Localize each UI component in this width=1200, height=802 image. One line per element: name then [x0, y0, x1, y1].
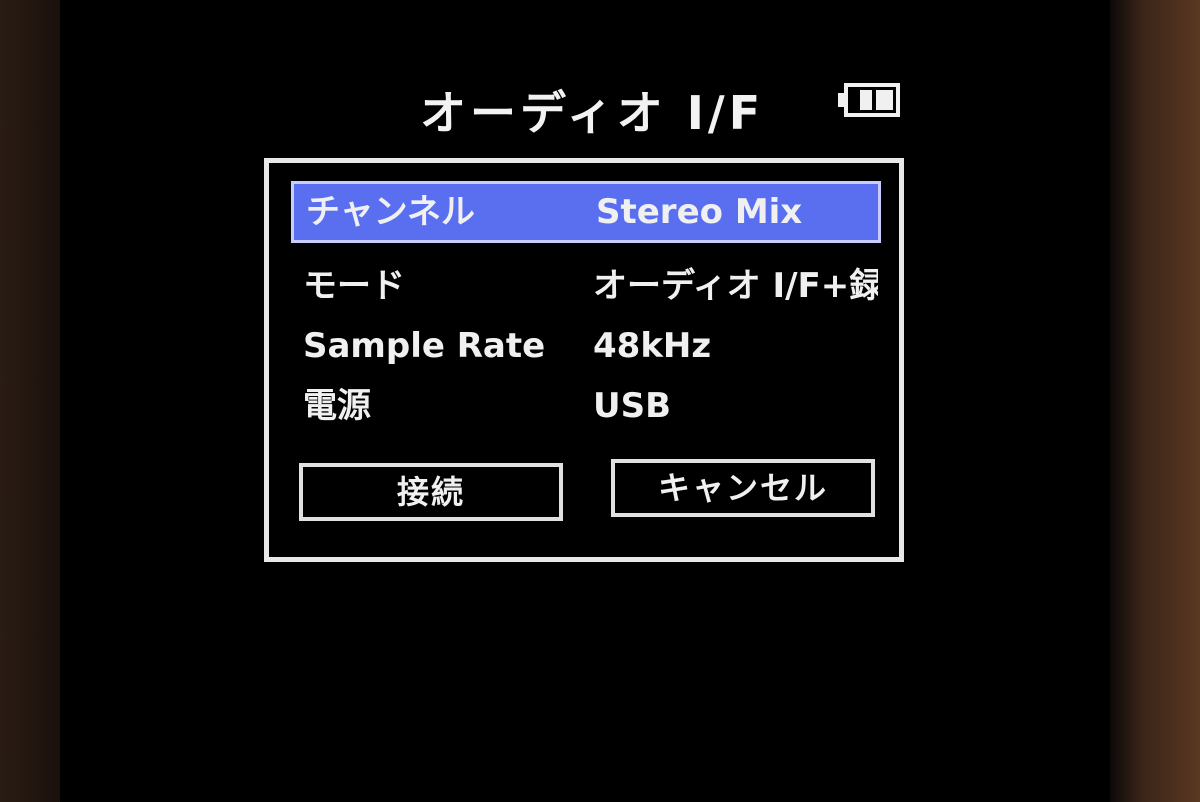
setting-label: チャンネル [306, 192, 475, 232]
device-housing-left [0, 0, 60, 802]
device-housing-right [1110, 0, 1200, 802]
cancel-button[interactable]: キャンセル [611, 459, 875, 517]
setting-row-sample-rate[interactable]: Sample Rate 48kHz [291, 315, 881, 377]
setting-row-mode[interactable]: モード オーディオ I/F+録音 [291, 255, 881, 317]
setting-label: Sample Rate [303, 326, 546, 366]
connect-button[interactable]: 接続 [299, 463, 563, 521]
setting-value: オーディオ I/F+録音 [593, 266, 878, 306]
setting-value: Stereo Mix [596, 192, 803, 232]
setting-row-power[interactable]: 電源 USB [291, 375, 881, 437]
battery-icon [838, 83, 900, 117]
screen-title: オーディオ I/F [420, 86, 765, 140]
setting-value: USB [593, 386, 672, 426]
setting-label: モード [303, 266, 405, 306]
audio-if-dialog: チャンネル Stereo Mix モード オーディオ I/F+録音 Sample… [264, 158, 904, 562]
setting-row-channel[interactable]: チャンネル Stereo Mix [291, 181, 881, 243]
setting-label: 電源 [303, 386, 371, 426]
setting-value: 48kHz [593, 326, 712, 366]
